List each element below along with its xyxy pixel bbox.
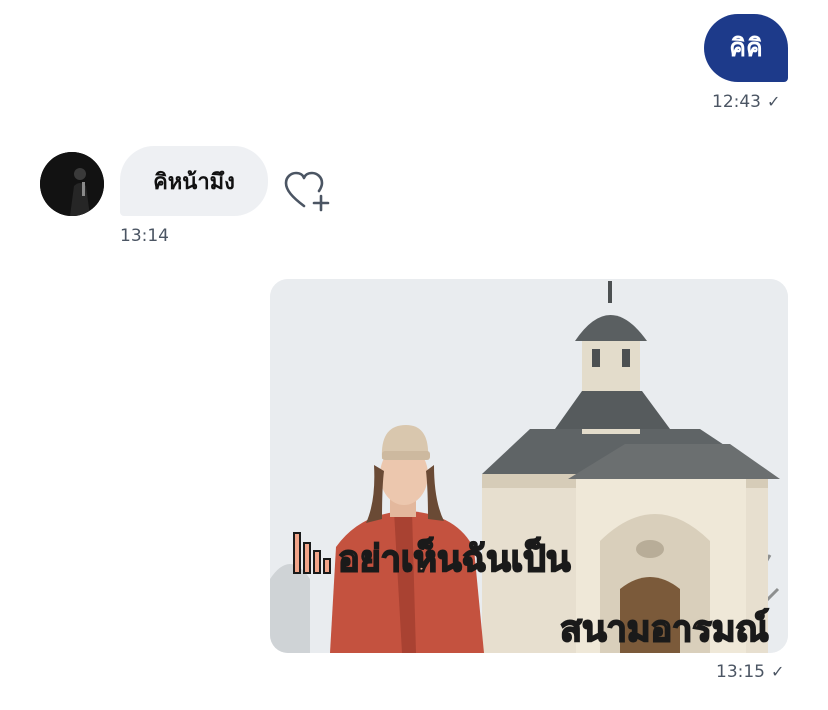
message-timestamp: 13:15 ✓ bbox=[716, 662, 785, 682]
check-icon: ✓ bbox=[767, 92, 781, 111]
outgoing-message-bubble[interactable]: คิคิ bbox=[704, 14, 788, 82]
incoming-message-bubble[interactable]: คิหน้ามึง bbox=[120, 146, 268, 216]
image-message[interactable]: อย่าเห็นฉันเป็น สนามอารมณ์ bbox=[270, 279, 788, 653]
message-text: คิหน้ามึง bbox=[153, 169, 235, 195]
message-timestamp: 13:14 bbox=[120, 226, 169, 246]
avatar[interactable] bbox=[40, 152, 104, 216]
check-icon: ✓ bbox=[771, 662, 785, 681]
heart-plus-icon[interactable] bbox=[284, 170, 332, 214]
caption-line-1: อย่าเห็นฉันเป็น bbox=[338, 536, 571, 580]
caption-line-2: สนามอารมณ์ bbox=[560, 608, 769, 650]
message-timestamp: 12:43 ✓ bbox=[712, 92, 781, 112]
message-text: คิคิ bbox=[729, 33, 763, 62]
